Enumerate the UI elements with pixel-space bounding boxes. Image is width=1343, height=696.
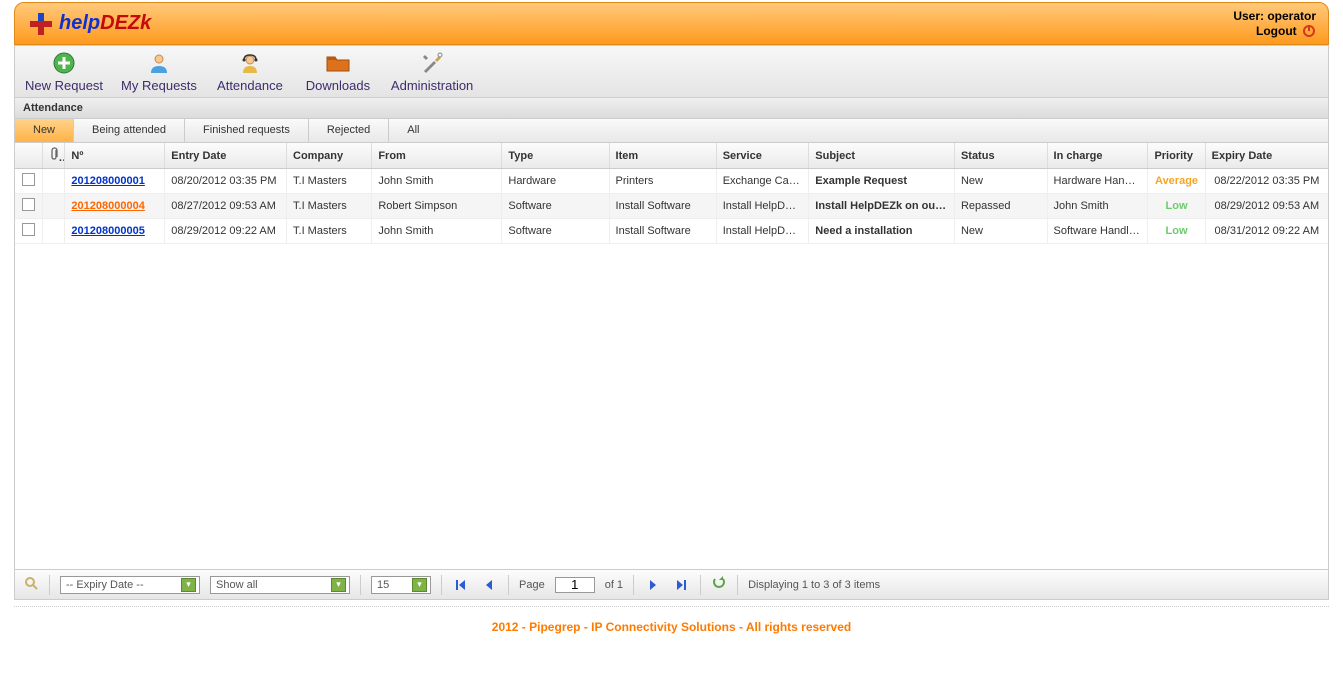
col-expiry[interactable]: Expiry Date [1205, 143, 1328, 169]
row-checkbox[interactable] [22, 198, 35, 211]
main-nav: New Request My Requests Attendance Downl… [14, 45, 1329, 98]
table-row[interactable]: 20120800000108/20/2012 03:35 PMT.I Maste… [15, 169, 1328, 194]
divider [441, 575, 442, 595]
tab-new[interactable]: New [15, 119, 74, 142]
topbar: helpDEZk User: operator Logout [14, 2, 1329, 45]
table-row[interactable]: 20120800000508/29/2012 09:22 AMT.I Maste… [15, 219, 1328, 244]
footer-separator [14, 606, 1329, 608]
tab-rejected[interactable]: Rejected [309, 119, 389, 142]
of-label: of 1 [605, 579, 623, 591]
folder-icon [303, 50, 373, 76]
priority-badge: Low [1154, 225, 1198, 237]
tab-being-attended[interactable]: Being attended [74, 119, 185, 142]
person-icon [121, 50, 197, 76]
nav-label: New Request [25, 78, 103, 93]
nav-my-requests[interactable]: My Requests [121, 50, 197, 93]
tools-icon [391, 50, 473, 76]
sort-select[interactable]: -- Expiry Date -- ▾ [60, 576, 200, 594]
col-status[interactable]: Status [954, 143, 1047, 169]
perpage-value: 15 [377, 579, 406, 591]
priority-badge: Average [1154, 175, 1198, 187]
nav-label: Downloads [303, 78, 373, 93]
logo-text-dezk: DEZk [100, 12, 151, 35]
logo-text-help: help [59, 12, 100, 35]
col-in-charge[interactable]: In charge [1047, 143, 1148, 169]
tab-all[interactable]: All [389, 119, 437, 142]
chevron-down-icon: ▾ [412, 578, 427, 592]
col-checkbox [15, 143, 42, 169]
user-label: User: operator [1233, 9, 1316, 24]
grid: Nº Entry Date Company From Type Item Ser… [14, 143, 1329, 570]
divider [737, 575, 738, 595]
col-item[interactable]: Item [609, 143, 716, 169]
request-number-link[interactable]: 201208000001 [71, 175, 144, 187]
row-checkbox[interactable] [22, 223, 35, 236]
nav-new-request[interactable]: New Request [25, 50, 103, 93]
col-company[interactable]: Company [287, 143, 372, 169]
tab-finished[interactable]: Finished requests [185, 119, 309, 142]
pager: -- Expiry Date -- ▾ Show all ▾ 15 ▾ Page… [14, 570, 1329, 600]
plus-icon [25, 50, 103, 76]
nav-attendance[interactable]: Attendance [215, 50, 285, 93]
headset-person-icon [215, 50, 285, 76]
nav-label: My Requests [121, 78, 197, 93]
display-info: Displaying 1 to 3 of 3 items [748, 579, 880, 591]
col-entry-date[interactable]: Entry Date [165, 143, 287, 169]
priority-badge: Low [1154, 200, 1198, 212]
sort-value: -- Expiry Date -- [66, 579, 175, 591]
col-attachment[interactable] [42, 143, 65, 169]
requests-table: Nº Entry Date Company From Type Item Ser… [15, 143, 1328, 244]
chevron-down-icon: ▾ [331, 578, 346, 592]
row-checkbox[interactable] [22, 173, 35, 186]
section-title: Attendance [14, 98, 1329, 119]
divider [508, 575, 509, 595]
nav-label: Attendance [215, 78, 285, 93]
col-from[interactable]: From [372, 143, 502, 169]
last-page-button[interactable] [672, 576, 690, 594]
nav-downloads[interactable]: Downloads [303, 50, 373, 93]
request-number-link[interactable]: 201208000005 [71, 225, 144, 237]
footer: 2012 - Pipegrep - IP Connectivity Soluti… [0, 620, 1343, 634]
page-input[interactable] [555, 577, 595, 593]
chevron-down-icon: ▾ [181, 578, 196, 592]
divider [360, 575, 361, 595]
user-block: User: operator Logout [1233, 9, 1316, 39]
prev-page-button[interactable] [480, 576, 498, 594]
show-select[interactable]: Show all ▾ [210, 576, 350, 594]
perpage-select[interactable]: 15 ▾ [371, 576, 431, 594]
col-service[interactable]: Service [716, 143, 809, 169]
logout-link[interactable]: Logout [1256, 24, 1297, 38]
next-page-button[interactable] [644, 576, 662, 594]
nav-label: Administration [391, 78, 473, 93]
col-priority[interactable]: Priority [1148, 143, 1205, 169]
col-type[interactable]: Type [502, 143, 609, 169]
refresh-button[interactable] [711, 576, 727, 593]
paperclip-icon [49, 152, 59, 164]
app-logo: helpDEZk [27, 10, 151, 38]
first-page-button[interactable] [452, 576, 470, 594]
table-row[interactable]: 20120800000408/27/2012 09:53 AMT.I Maste… [15, 194, 1328, 219]
logo-icon [27, 10, 55, 38]
page-label: Page [519, 579, 545, 591]
divider [49, 575, 50, 595]
col-subject[interactable]: Subject [809, 143, 955, 169]
filter-tabs: New Being attended Finished requests Rej… [14, 119, 1329, 143]
show-value: Show all [216, 579, 325, 591]
divider [633, 575, 634, 595]
divider [700, 575, 701, 595]
search-icon[interactable] [23, 576, 39, 593]
col-number[interactable]: Nº [65, 143, 165, 169]
power-icon[interactable] [1302, 24, 1316, 38]
nav-administration[interactable]: Administration [391, 50, 473, 93]
request-number-link[interactable]: 201208000004 [71, 200, 144, 212]
